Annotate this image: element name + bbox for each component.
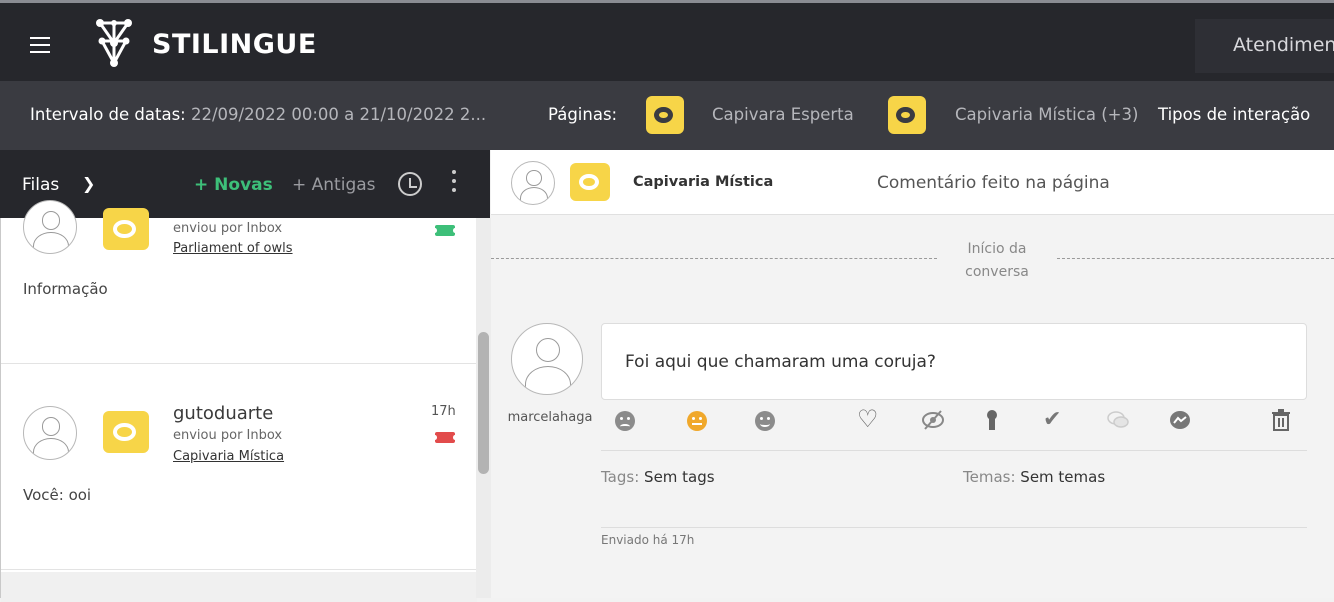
date-range-value: 22/09/2022 00:00 a 21/10/2022 2...	[190, 105, 487, 124]
history-icon[interactable]	[398, 172, 422, 196]
conversation-header: Capivaria Mística Comentário feito na pá…	[491, 150, 1334, 215]
tags-field[interactable]: Tags: Sem tags	[601, 468, 715, 486]
logo-icon	[96, 19, 132, 67]
divider	[601, 527, 1307, 528]
themes-label: Temas:	[963, 468, 1016, 486]
instagram-icon	[103, 208, 149, 250]
neutral-sentiment-icon[interactable]	[687, 411, 707, 431]
message-text: Foi aqui que chamaram uma coruja?	[625, 352, 936, 372]
conversation-body: Início da conversa marcelahaga Foi aqui …	[491, 215, 1334, 598]
trash-icon[interactable]	[1271, 409, 1291, 431]
page-link[interactable]: Capivaria Mística	[173, 449, 284, 464]
top-bar: STILINGUE Atendimento	[0, 0, 1334, 81]
ticket-icon	[433, 225, 457, 236]
conversation-start-label: Início da conversa	[965, 241, 1029, 280]
sent-time: Enviado há 17h	[601, 533, 695, 547]
hide-icon[interactable]	[921, 409, 945, 431]
brand-name: STILINGUE	[152, 29, 317, 60]
page-filter-2[interactable]: Capivaria Mística (+3)	[955, 105, 1138, 124]
list-item[interactable]: gutoduarte enviou por Inbox Capivaria Mí…	[1, 366, 477, 570]
menu-icon[interactable]	[30, 37, 50, 53]
conversation-list: enviou por Inbox Parliament of owls Info…	[0, 200, 477, 602]
instagram-icon	[888, 96, 926, 134]
chevron-down-icon[interactable]: ❯	[82, 174, 95, 193]
heart-icon[interactable]: ♡	[857, 405, 879, 433]
page-filter-1[interactable]: Capivara Esperta	[712, 105, 854, 124]
filter-bar: Intervalo de datas: 22/09/2022 00:00 a 2…	[0, 81, 1334, 150]
avatar	[23, 200, 77, 254]
avatar	[511, 323, 583, 395]
module-button[interactable]: Atendimento	[1195, 19, 1334, 73]
timestamp: 17h	[431, 404, 456, 419]
positive-sentiment-icon[interactable]	[755, 411, 775, 431]
divider	[1057, 258, 1334, 259]
date-range-filter[interactable]: Intervalo de datas: 22/09/2022 00:00 a 2…	[30, 105, 486, 124]
check-icon[interactable]: ✔	[1043, 407, 1061, 432]
avatar	[511, 161, 555, 205]
new-filter-button[interactable]: + Novas	[194, 175, 273, 195]
channel-text: enviou por Inbox	[173, 428, 283, 443]
more-options-icon[interactable]	[452, 170, 456, 197]
old-filter-button[interactable]: + Antigas	[292, 175, 376, 195]
themes-field[interactable]: Temas: Sem temas	[963, 468, 1105, 486]
message-author: marcelahaga	[507, 410, 593, 425]
divider	[491, 258, 937, 259]
message-bubble: Foi aqui que chamaram uma coruja?	[601, 323, 1307, 400]
negative-sentiment-icon[interactable]	[615, 411, 635, 431]
page-name: Capivaria Mística	[633, 174, 774, 190]
pin-icon[interactable]	[985, 409, 999, 431]
queue-dropdown[interactable]: Filas	[22, 175, 59, 195]
messenger-icon[interactable]	[1169, 410, 1191, 432]
instagram-icon	[646, 96, 684, 134]
tags-label: Tags:	[601, 468, 640, 486]
instagram-icon	[570, 163, 610, 201]
channel-text: enviou por Inbox	[173, 221, 283, 236]
reply-chat-icon[interactable]	[1107, 411, 1129, 429]
message-snippet: Você: ooi	[23, 486, 92, 504]
divider	[601, 450, 1307, 451]
avatar	[23, 406, 77, 460]
instagram-icon	[103, 411, 149, 453]
date-range-label: Intervalo de datas	[30, 105, 181, 124]
scrollbar-thumb[interactable]	[478, 332, 489, 474]
page-link[interactable]: Parliament of owls	[173, 241, 293, 256]
ticket-icon	[433, 432, 457, 443]
username: gutoduarte	[173, 403, 274, 424]
queue-header: Filas ❯ + Novas + Antigas	[0, 150, 490, 218]
interaction-types-filter[interactable]: Tipos de interação	[1158, 105, 1310, 124]
tags-value: Sem tags	[644, 468, 715, 486]
list-item[interactable]: enviou por Inbox Parliament of owls Info…	[1, 200, 477, 364]
pages-label: Páginas:	[548, 105, 618, 124]
message-snippet: Informação	[23, 280, 108, 298]
themes-value: Sem temas	[1020, 468, 1106, 486]
interaction-type: Comentário feito na página	[877, 173, 1110, 193]
